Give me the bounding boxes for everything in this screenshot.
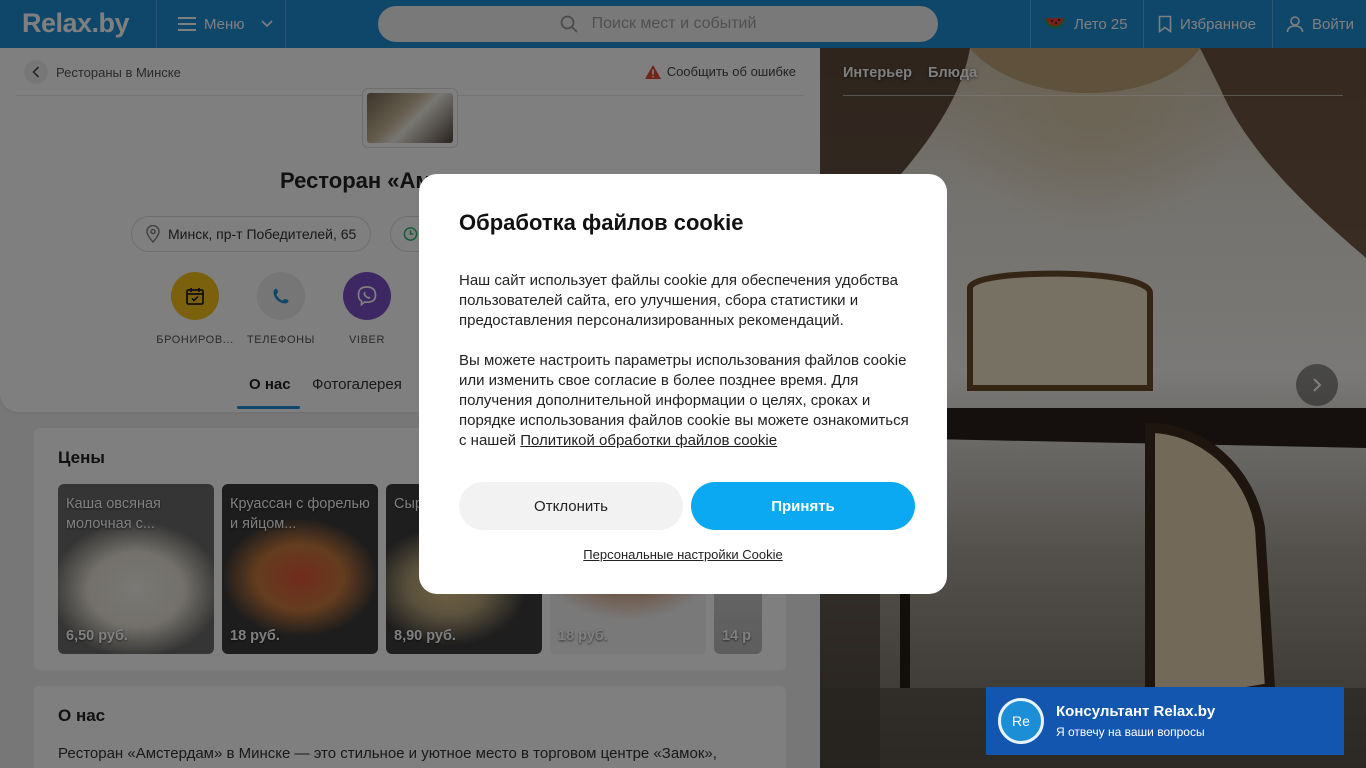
cookie-dialog: Обработка файлов cookie Наш сайт использ… [419,174,947,594]
cookie-policy-link[interactable]: Политикой обработки файлов cookie [520,432,777,449]
cookie-text-2: Вы можете настроить параметры использова… [459,351,919,451]
cookie-title: Обработка файлов cookie [459,210,744,235]
consultant-title: Консультант Relax.by [1056,703,1216,720]
consultant-subtitle: Я отвечу на ваши вопросы [1056,725,1205,739]
decline-button[interactable]: Отклонить [459,482,683,530]
cookie-settings-link[interactable]: Персональные настройки Cookie [419,547,947,562]
accept-button[interactable]: Принять [691,482,915,530]
consultant-widget[interactable]: Re Консультант Relax.by Я отвечу на ваши… [986,687,1344,755]
consultant-avatar: Re [998,698,1044,744]
cookie-text-1: Наш сайт использует файлы cookie для обе… [459,272,898,329]
